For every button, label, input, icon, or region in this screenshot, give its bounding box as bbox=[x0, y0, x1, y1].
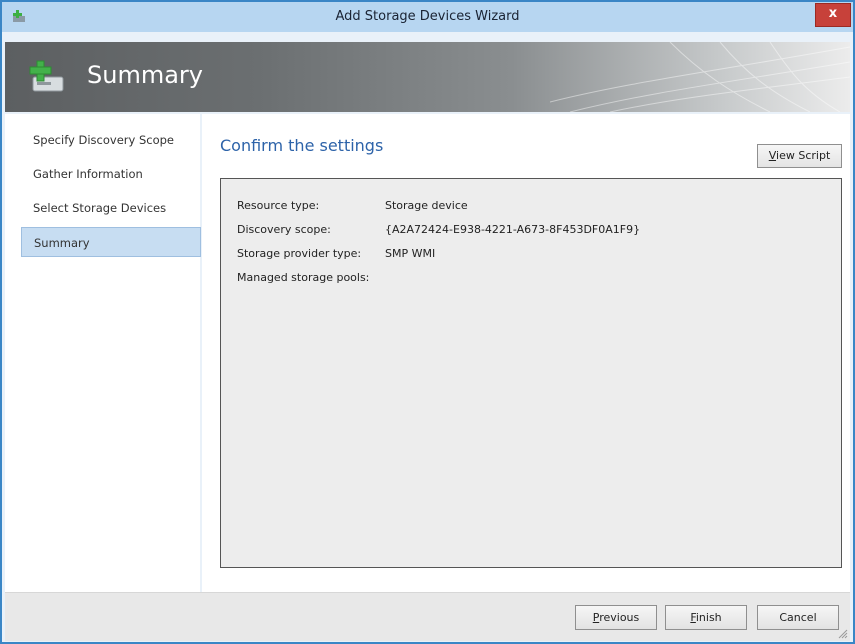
main-content: Confirm the settings View Script Resourc… bbox=[202, 114, 850, 592]
wizard-banner: Summary bbox=[5, 42, 850, 112]
setting-label: Managed storage pools: bbox=[237, 271, 370, 284]
resize-grip-icon[interactable] bbox=[838, 629, 848, 639]
setting-label: Storage provider type: bbox=[237, 247, 362, 260]
banner-decoration bbox=[550, 42, 850, 112]
window-title: Add Storage Devices Wizard bbox=[335, 9, 520, 24]
wizard-window: Add Storage Devices Wizard x Summary Spe… bbox=[0, 0, 855, 644]
sidebar-item-gather-information[interactable]: Gather Information bbox=[21, 159, 196, 189]
view-script-label: iew Script bbox=[776, 149, 831, 162]
add-storage-icon bbox=[29, 60, 64, 92]
wizard-footer: Previous Finish Cancel bbox=[5, 592, 850, 641]
cancel-button[interactable]: Cancel bbox=[757, 605, 839, 630]
page-heading: Confirm the settings bbox=[220, 136, 384, 155]
banner-title: Summary bbox=[87, 61, 203, 89]
finish-button[interactable]: Finish bbox=[665, 605, 747, 630]
wizard-steps-sidebar: Specify Discovery Scope Gather Informati… bbox=[5, 114, 201, 592]
setting-value: SMP WMI bbox=[385, 247, 436, 260]
close-button[interactable]: x bbox=[815, 3, 851, 27]
setting-label: Discovery scope: bbox=[237, 223, 331, 236]
setting-value: Storage device bbox=[385, 199, 468, 212]
view-script-mnemonic: V bbox=[768, 149, 777, 162]
sidebar-item-select-storage-devices[interactable]: Select Storage Devices bbox=[21, 193, 196, 223]
setting-label: Resource type: bbox=[237, 199, 320, 212]
view-script-button[interactable]: View Script bbox=[757, 144, 842, 168]
previous-button[interactable]: Previous bbox=[575, 605, 657, 630]
sidebar-item-summary[interactable]: Summary bbox=[21, 227, 201, 257]
previous-label: revious bbox=[599, 611, 640, 624]
finish-label: inish bbox=[695, 611, 722, 624]
setting-value: {A2A72424-E938-4221-A673-8F453DF0A1F9} bbox=[385, 223, 641, 236]
sidebar-item-specify-discovery-scope[interactable]: Specify Discovery Scope bbox=[21, 125, 196, 155]
title-bar[interactable]: Add Storage Devices Wizard x bbox=[2, 2, 853, 32]
settings-summary-panel[interactable]: Resource type: Storage device Discovery … bbox=[220, 178, 842, 568]
